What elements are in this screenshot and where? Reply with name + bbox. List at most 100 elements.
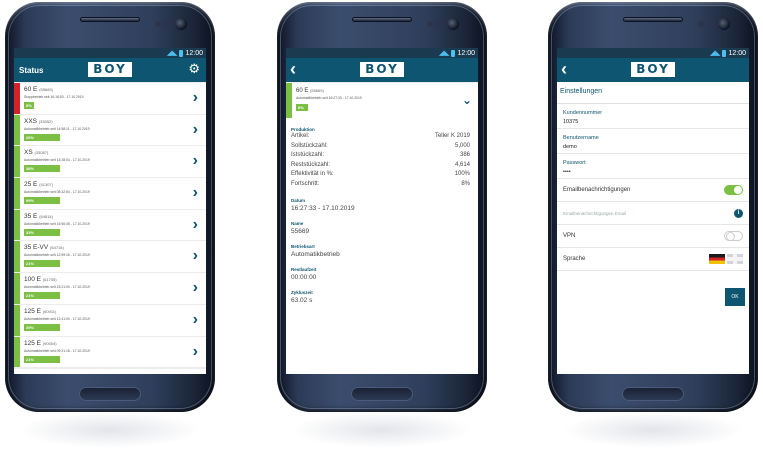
- back-arrow-icon[interactable]: ‹: [561, 60, 567, 78]
- progress-bar: 21%: [24, 260, 60, 268]
- info-icon[interactable]: i: [734, 208, 743, 218]
- progress-bar: 38%: [24, 165, 60, 173]
- name-value: 55669: [291, 228, 310, 235]
- clock: 12:00: [457, 49, 475, 57]
- wifi-signal-icon: ◢◣: [438, 50, 450, 57]
- boy-logo: BOY: [88, 62, 132, 77]
- phone-status: ◢◣ 12:00 Status BOY ⚙ 60 E (55669) Stopp…: [5, 2, 215, 448]
- german-flag-icon[interactable]: [709, 254, 725, 264]
- progress-bar: 33%: [24, 228, 60, 236]
- battery-icon: [722, 49, 727, 57]
- progress-bar: 21%: [24, 292, 60, 300]
- email-address-row: Emailbenachrichtigungen Email i: [557, 202, 749, 225]
- progress-bar: 8%: [24, 102, 34, 109]
- vpn-toggle[interactable]: [724, 231, 743, 241]
- chevron-right-icon[interactable]: ›: [193, 248, 198, 264]
- back-arrow-icon[interactable]: ‹: [290, 60, 296, 78]
- list-item[interactable]: 125 E (60011) Automatikbetrieb seit 12:4…: [14, 304, 206, 336]
- battery-icon: [451, 49, 456, 57]
- section-title: Name: [291, 221, 304, 226]
- status-bar: ◢◣ 12:00: [286, 48, 478, 58]
- list-item[interactable]: XS (33087) Automatikbetrieb seit 14:28:5…: [14, 146, 206, 178]
- datum-value: 16:27:33 - 17.10.2019: [291, 205, 355, 212]
- progress-bar: 99%: [24, 197, 60, 205]
- restlaufzeit-value: 00:00:00: [291, 274, 317, 281]
- camera-icon: [718, 18, 730, 30]
- home-button[interactable]: [79, 387, 141, 401]
- kv-row: Iststückzahl: 386: [291, 152, 470, 158]
- phone-detail: ◢◣ 12:00 ‹ BOY 60 E (55669) Automatikbet…: [277, 2, 487, 448]
- list-item[interactable]: XXS (33052) Automatikbetrieb seit 14:58:…: [14, 114, 206, 146]
- speaker-grille: [80, 17, 140, 22]
- email-notification-toggle[interactable]: [724, 185, 743, 195]
- chevron-right-icon[interactable]: ›: [193, 153, 198, 169]
- chevron-right-icon[interactable]: ›: [193, 185, 198, 201]
- section-title: Zykluszeit: [291, 290, 313, 295]
- uk-flag-icon[interactable]: [727, 254, 743, 264]
- status-bar: ◢◣ 12:00: [557, 48, 749, 58]
- app-bar: ‹ BOY: [557, 58, 749, 82]
- email-address-input[interactable]: Emailbenachrichtigungen Email: [563, 211, 626, 216]
- chevron-right-icon[interactable]: ›: [193, 90, 198, 106]
- chevron-down-icon[interactable]: ⌄: [462, 93, 472, 107]
- kv-row: Artikel: Teller K 2019: [291, 133, 470, 139]
- home-button[interactable]: [622, 387, 684, 401]
- machine-list: 60 E (55669) Stoppbetrieb seit 16:18:53 …: [14, 82, 206, 370]
- boy-logo: BOY: [631, 62, 675, 77]
- app-bar: ‹ BOY: [286, 58, 478, 82]
- battery-icon: [179, 49, 184, 57]
- list-item[interactable]: 25 E (41307) Automatikbetrieb seit 08:32…: [14, 178, 206, 209]
- detail-body: Produktion Artikel: Teller K 2019 Sollstü…: [286, 118, 478, 374]
- screen-detail: ◢◣ 12:00 ‹ BOY 60 E (55669) Automatikbet…: [286, 48, 478, 374]
- app-showcase: ◢◣ 12:00 Status BOY ⚙ 60 E (55669) Stopp…: [0, 0, 763, 450]
- kv-row: Sollstückzahl: 5,000: [291, 142, 470, 149]
- chevron-right-icon[interactable]: ›: [193, 311, 198, 328]
- zykluszeit-value: 63.02 s: [291, 297, 313, 304]
- chevron-right-icon[interactable]: ›: [193, 216, 198, 233]
- list-item[interactable]: 35 E (64814) Automatikbetrieb seit 15:50…: [14, 209, 206, 241]
- phone-settings: ◢◣ 12:00 ‹ BOY Einstellungen Kundennumme…: [548, 2, 758, 448]
- page-title: Status: [19, 66, 44, 75]
- section-title: Datum: [291, 198, 306, 203]
- benutzername-field[interactable]: Benutzername demo: [557, 129, 749, 154]
- kv-row: Effektivität in %: 100%: [291, 171, 470, 177]
- detail-header[interactable]: 60 E (55669) Automatikbetrieb seit 16:27…: [286, 83, 478, 118]
- speaker-grille: [352, 17, 412, 22]
- language-row: Sprache: [557, 248, 749, 271]
- kv-row: Reststückzahl: 4,614: [291, 161, 470, 168]
- kv-row: Fortschritt: 8%: [291, 180, 470, 187]
- screen-status: ◢◣ 12:00 Status BOY ⚙ 60 E (55669) Stopp…: [14, 48, 206, 374]
- status-bar: ◢◣ 12:00: [14, 48, 206, 58]
- progress-bar: 26%: [24, 133, 60, 141]
- section-title: Restlaufzeit: [291, 267, 317, 272]
- clock: 12:00: [728, 49, 746, 57]
- list-item[interactable]: 60 E (55669) Stoppbetrieb seit 16:18:53 …: [14, 83, 206, 114]
- progress-bar: 39%: [24, 323, 60, 331]
- camera-icon: [175, 18, 187, 30]
- page-title: Einstellungen: [557, 82, 749, 104]
- boy-logo: BOY: [360, 62, 404, 77]
- wifi-signal-icon: ◢◣: [166, 50, 178, 57]
- home-button[interactable]: [351, 387, 413, 401]
- list-item[interactable]: 100 E (61705) Automatikbetrieb seit 15:2…: [14, 273, 206, 304]
- chevron-right-icon[interactable]: ›: [193, 121, 198, 138]
- gear-icon[interactable]: ⚙: [188, 61, 200, 77]
- kundennummer-field[interactable]: Kundennummer 10375: [557, 104, 749, 129]
- email-notification-row: Emailbenachrichtigungen: [557, 179, 749, 202]
- progress-bar: 8%: [296, 104, 308, 111]
- list-item[interactable]: 125 E (90004) Automatikbetrieb seit 09:2…: [14, 336, 206, 368]
- betriebsart-value: Automatikbetrieb: [291, 251, 340, 258]
- chevron-right-icon[interactable]: ›: [193, 280, 198, 296]
- section-title: Betriebsart: [291, 244, 315, 249]
- passwort-field[interactable]: Passwort ••••: [557, 154, 749, 179]
- vpn-row: VPN: [557, 225, 749, 248]
- screen-settings: ◢◣ 12:00 ‹ BOY Einstellungen Kundennumme…: [557, 48, 749, 374]
- progress-bar: 21%: [24, 355, 60, 363]
- camera-icon: [447, 18, 459, 30]
- wifi-signal-icon: ◢◣: [709, 50, 721, 57]
- list-item[interactable]: 35 E-VV (64716) Automatikbetrieb seit 12…: [14, 241, 206, 273]
- settings-panel: Einstellungen Kundennummer 10375 Benutze…: [557, 82, 749, 374]
- speaker-grille: [623, 17, 683, 22]
- chevron-right-icon[interactable]: ›: [193, 343, 198, 360]
- ok-button[interactable]: OK: [725, 288, 745, 306]
